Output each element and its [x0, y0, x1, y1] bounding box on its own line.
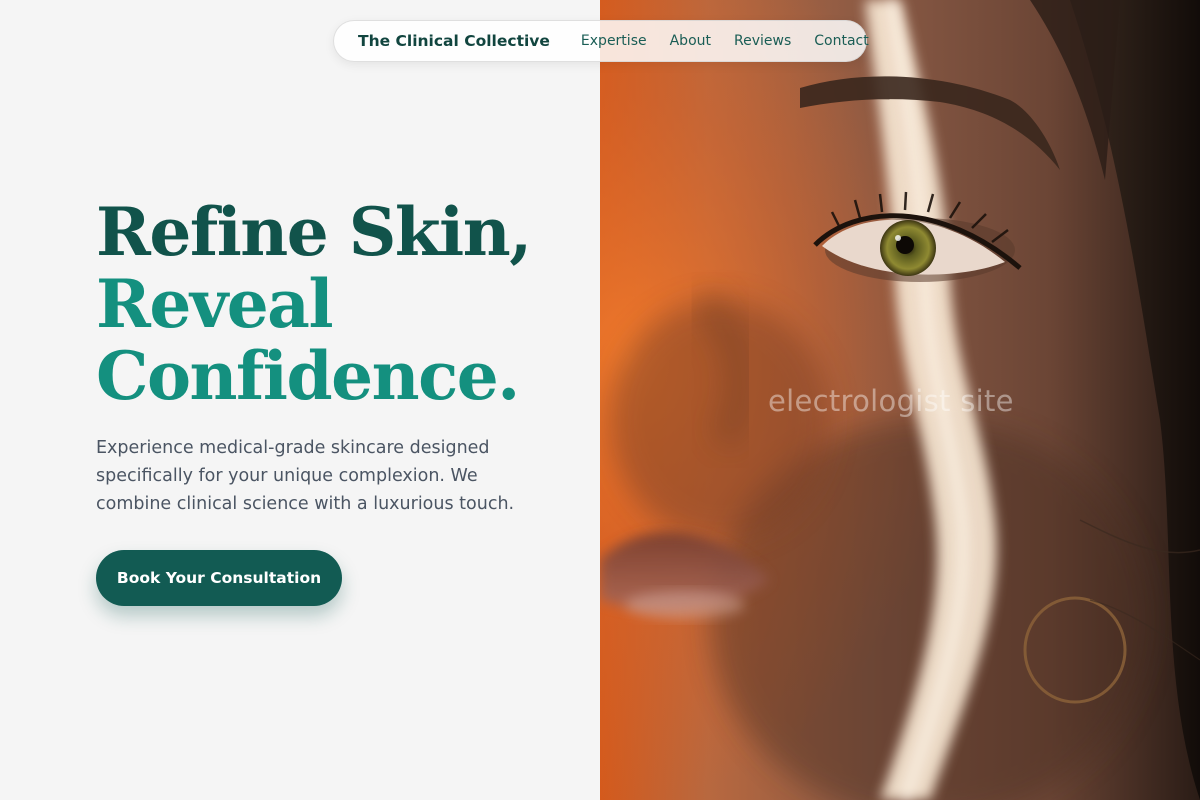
hero-description: Experience medical-grade skincare design… [96, 438, 515, 514]
hero-text-panel: Refine Skin, Reveal Confidence. Experien… [0, 0, 600, 800]
headline-line-3: Confidence. [96, 337, 520, 415]
image-watermark: electrologist site [768, 384, 1014, 418]
hero-headline: Refine Skin, Reveal Confidence. [96, 196, 576, 412]
nav-link-expertise[interactable]: Expertise [581, 33, 647, 49]
top-nav: The Clinical Collective Expertise About … [333, 20, 869, 62]
nav-links: Expertise About Reviews Contact [581, 33, 869, 49]
brand-logo[interactable]: The Clinical Collective [358, 32, 550, 50]
headline-line-1: Refine Skin, [96, 193, 532, 271]
headline-line-2: Reveal [96, 265, 334, 343]
nav-link-reviews[interactable]: Reviews [734, 33, 791, 49]
nav-link-contact[interactable]: Contact [814, 33, 868, 49]
nav-link-about[interactable]: About [670, 33, 711, 49]
book-consultation-button[interactable]: Book Your Consultation [96, 550, 342, 606]
